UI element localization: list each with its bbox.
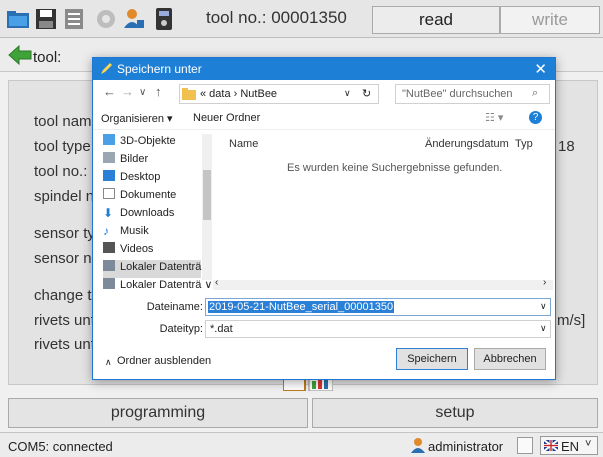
status-bar: COM5: connected administrator EN ˅ [0,432,603,457]
search-icon: ⌕ [532,87,539,99]
uk-flag-icon [544,440,558,451]
up-arrow-icon[interactable]: ↑ [155,84,162,99]
open-folder-icon[interactable] [6,6,30,32]
tree-item-music[interactable]: ♪ Musik [103,224,201,242]
column-header-date[interactable]: Änderungsdatum [425,138,509,150]
chevron-down-icon: ˅ [585,438,592,450]
dialog-command-bar: Organisieren ▾ Neuer Ordner ☷ ▾ ? [93,108,555,130]
navigation-tree: 3D-Objekte Bilder Desktop Dokumente ⬇ Dow… [93,132,213,292]
save-icon[interactable] [34,6,58,32]
tree-scrollbar[interactable] [202,134,212,280]
forward-arrow-icon[interactable]: → [121,84,134,99]
tool-label: tool: [33,49,62,66]
log-icon[interactable] [517,437,533,454]
filename-value: 2019-05-21-NutBee_serial_00001350 [208,301,395,313]
video-icon [103,242,115,253]
chevron-down-icon[interactable]: ∨ [344,88,351,99]
tree-item-3d-objects[interactable]: 3D-Objekte [103,134,201,152]
list-icon[interactable] [62,6,86,32]
new-folder-button[interactable]: Neuer Ordner [193,112,260,124]
tool-type-value-fragment: 18 [558,138,575,155]
connection-status: COM5: connected [8,439,113,454]
back-arrow-icon[interactable]: ← [103,84,116,99]
dialog-title-bar: Speichern unter ✕ [93,58,555,80]
tree-item-desktop[interactable]: Desktop [103,170,201,188]
pictures-icon [103,152,115,163]
filetype-select[interactable]: *.dat ∨ [205,320,551,338]
desktop-icon [103,170,115,181]
chevron-down-icon[interactable]: ∨ [540,323,547,334]
speed-unit-fragment: m/s] [557,312,586,329]
user-icon [411,437,425,453]
filename-input[interactable]: 2019-05-21-NutBee_serial_00001350 ∨ [205,298,551,316]
tree-item-local-disk-c[interactable]: Lokaler Datenträ [103,260,201,278]
search-placeholder: "NutBee" durchsuchen [402,88,513,100]
scroll-left-icon[interactable]: ‹ [215,277,218,288]
tool-no-label: tool no.: [34,163,88,180]
scroll-right-icon[interactable]: › [543,277,546,288]
write-button[interactable]: write [500,6,600,34]
breadcrumb: « data › NutBee [200,88,278,100]
folder-icon [182,88,196,100]
language-select[interactable]: EN ˅ [540,436,598,455]
tool-name-label: tool name [34,113,100,130]
filetype-value: *.dat [210,323,233,335]
drive-icon [103,278,115,289]
language-label: EN [561,439,580,454]
user-icon[interactable] [122,6,146,32]
tree-item-documents[interactable]: Dokumente [103,188,201,206]
tool-type-label: tool type: [34,138,95,155]
back-arrow-icon[interactable] [8,44,32,66]
tree-item-videos[interactable]: Videos [103,242,201,260]
address-bar[interactable]: « data › NutBee ∨ ↻ [179,84,379,104]
view-options-icon[interactable]: ☷ ▾ [485,111,503,124]
drive-icon [103,260,115,271]
save-button[interactable]: Speichern [396,348,468,370]
search-input[interactable]: "NutBee" durchsuchen ⌕ [395,84,550,104]
empty-results-message: Es wurden keine Suchergebnisse gefunden. [287,162,503,174]
current-user: administrator [428,439,504,454]
chevron-up-icon[interactable]: ∧ [105,357,112,368]
pen-icon [100,62,113,75]
tool-number-display: tool no.: 00001350 [206,8,347,27]
save-as-dialog: Speichern unter ✕ ← → ∨ ↑ « data › NutBe… [92,57,556,380]
music-icon: ♪ [103,224,109,238]
change-label: change th [34,287,100,304]
device-icon[interactable] [152,6,176,32]
tree-item-pictures[interactable]: Bilder [103,152,201,170]
refresh-icon[interactable]: ↻ [362,87,371,100]
hide-folders-toggle[interactable]: Ordner ausblenden [117,355,211,367]
recent-dropdown-icon[interactable]: ∨ [139,87,146,98]
dialog-title: Speichern unter [117,62,202,76]
chevron-down-icon[interactable]: ∨ [540,301,547,312]
organize-menu[interactable]: Organisieren ▾ [101,112,173,125]
tree-item-local-disk-d[interactable]: Lokaler Datenträ ∨ [103,278,212,296]
programming-button[interactable]: programming [8,398,308,428]
documents-icon [103,188,115,199]
scrollbar-thumb[interactable] [203,170,211,220]
help-icon[interactable]: ? [529,111,542,124]
download-icon: ⬇ [103,206,114,220]
top-toolbar: tool no.: 00001350 read write [0,0,603,38]
setup-button[interactable]: setup [312,398,598,428]
read-button[interactable]: read [372,6,500,34]
cube-icon [103,134,115,145]
horizontal-scrollbar[interactable]: ‹ › [213,277,553,290]
filename-label: Dateiname: [146,301,203,313]
tree-item-downloads[interactable]: ⬇ Downloads [103,206,201,224]
gear-icon[interactable] [94,6,118,32]
column-header-name[interactable]: Name [229,138,258,150]
cancel-button[interactable]: Abbrechen [474,348,546,370]
close-icon[interactable]: ✕ [534,60,547,78]
filetype-label: Dateityp: [159,323,203,335]
column-header-type[interactable]: Typ [515,138,533,150]
